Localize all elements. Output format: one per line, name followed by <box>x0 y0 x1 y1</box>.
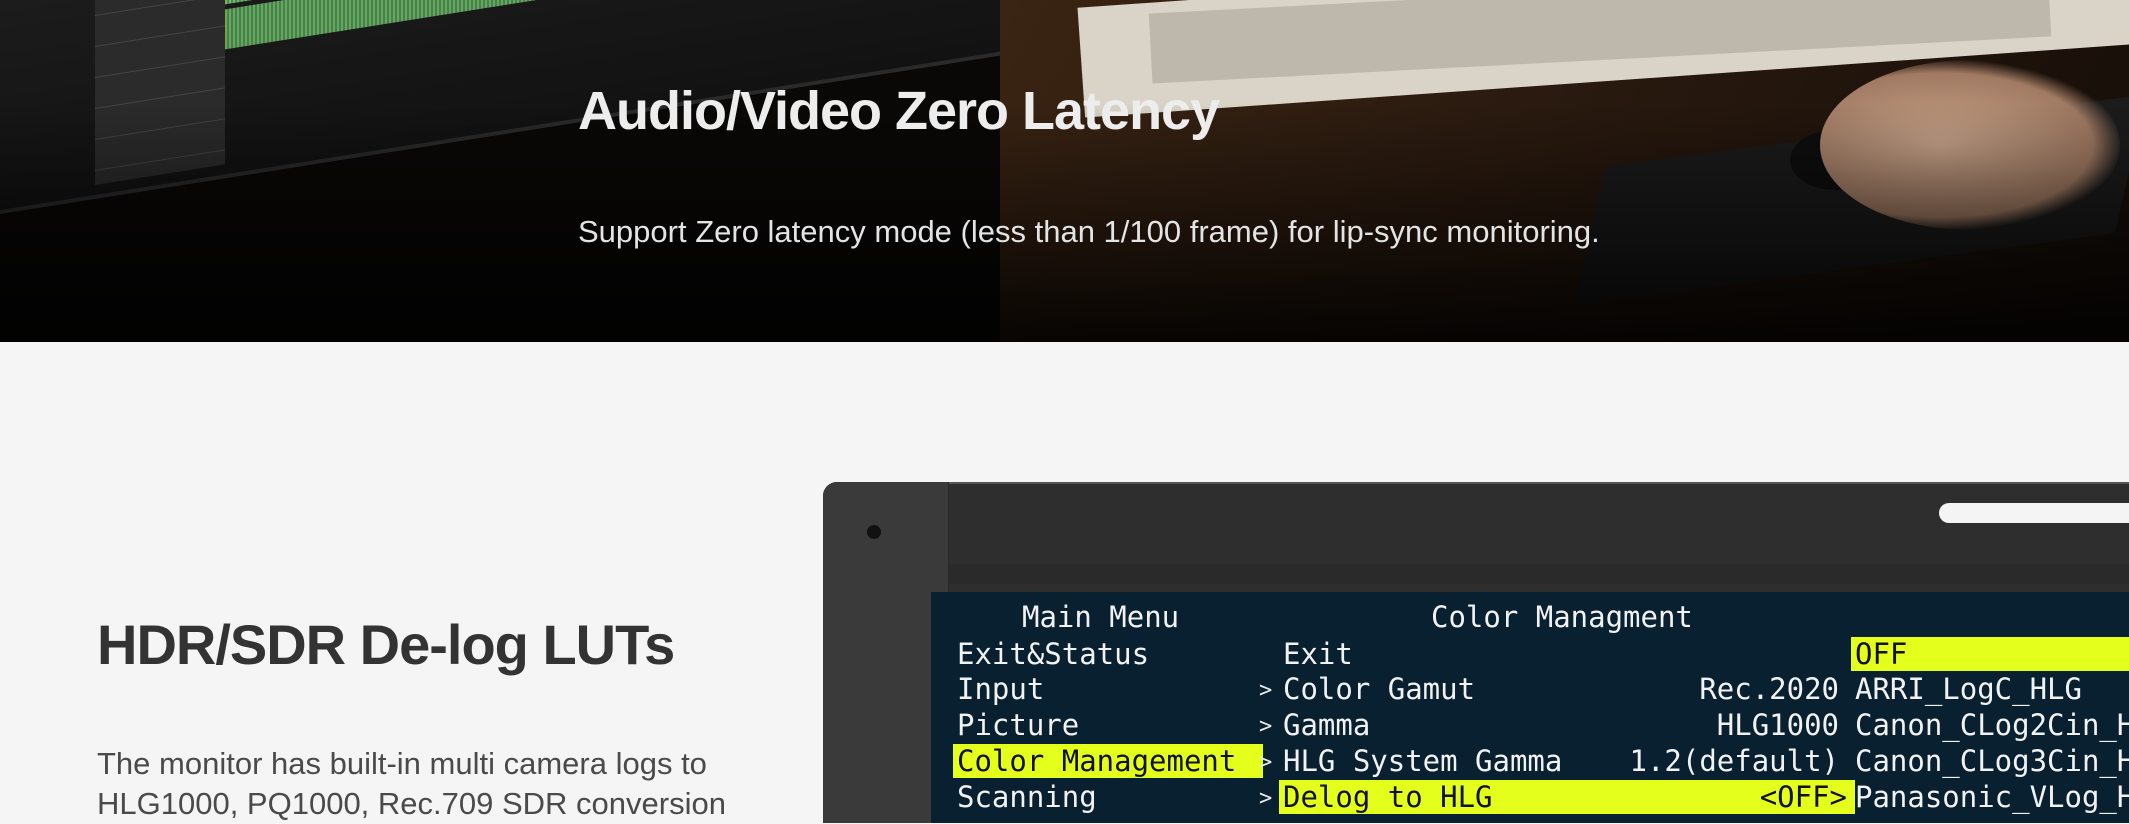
sub-menu-value: Rec.2020 <box>1699 672 1839 706</box>
main-menu-item[interactable]: Scanning <box>957 780 1097 814</box>
option-item[interactable]: Canon_CLog3Cin_HL <box>1855 744 2129 778</box>
hero-shade <box>0 0 2129 342</box>
main-menu-item[interactable]: Exit&Status <box>957 637 1149 671</box>
sub-menu-value: 1.2(default) <box>1629 744 1839 778</box>
feature-title: HDR/SDR De-log LUTs <box>97 613 675 676</box>
main-menu-item[interactable]: Input <box>957 672 1044 706</box>
option-item[interactable]: Canon_CLog2Cin_HL <box>1855 708 2129 742</box>
osd-screen: Main Menu Color Managment Exit&Status In… <box>931 592 2129 823</box>
chevron-right-icon: > <box>1259 678 1273 703</box>
sub-menu-value: HLG1000 <box>1716 708 1839 742</box>
main-menu-header: Main Menu <box>1022 600 1180 634</box>
power-led-icon <box>867 525 881 539</box>
chevron-right-icon: > <box>1259 750 1273 775</box>
sub-menu-value-selected: <OFF> <box>1759 780 1847 814</box>
chevron-right-icon: > <box>1259 786 1273 811</box>
monitor-top-bezel <box>948 564 2129 584</box>
option-item[interactable]: ARRI_LogC_HLG <box>1855 672 2082 706</box>
feature-description: The monitor has built-in multi camera lo… <box>97 746 726 821</box>
hero-subtitle: Support Zero latency mode (less than 1/1… <box>578 214 1600 249</box>
sub-menu-header: Color Managment <box>1431 600 1693 634</box>
sub-menu-item-label: Delog to HLG <box>1283 780 1493 814</box>
option-item[interactable]: Panasonic_VLog_HL <box>1855 780 2129 814</box>
monitor-handle <box>1939 503 2129 523</box>
main-menu-item-selected[interactable]: Color Management <box>953 744 1263 778</box>
main-menu-item[interactable]: Picture <box>957 708 1079 742</box>
sub-menu-item[interactable]: Exit <box>1283 637 1353 671</box>
hero-banner: Audio/Video Zero Latency Support Zero la… <box>0 0 2129 342</box>
sub-menu-item[interactable]: Color Gamut <box>1283 672 1475 706</box>
sub-menu-item[interactable]: Gamma <box>1283 708 1370 742</box>
hero-title: Audio/Video Zero Latency <box>578 81 1220 141</box>
sub-menu-item[interactable]: HLG System Gamma <box>1283 744 1562 778</box>
option-item-selected[interactable]: OFF <box>1851 637 2129 671</box>
chevron-right-icon: > <box>1259 714 1273 739</box>
